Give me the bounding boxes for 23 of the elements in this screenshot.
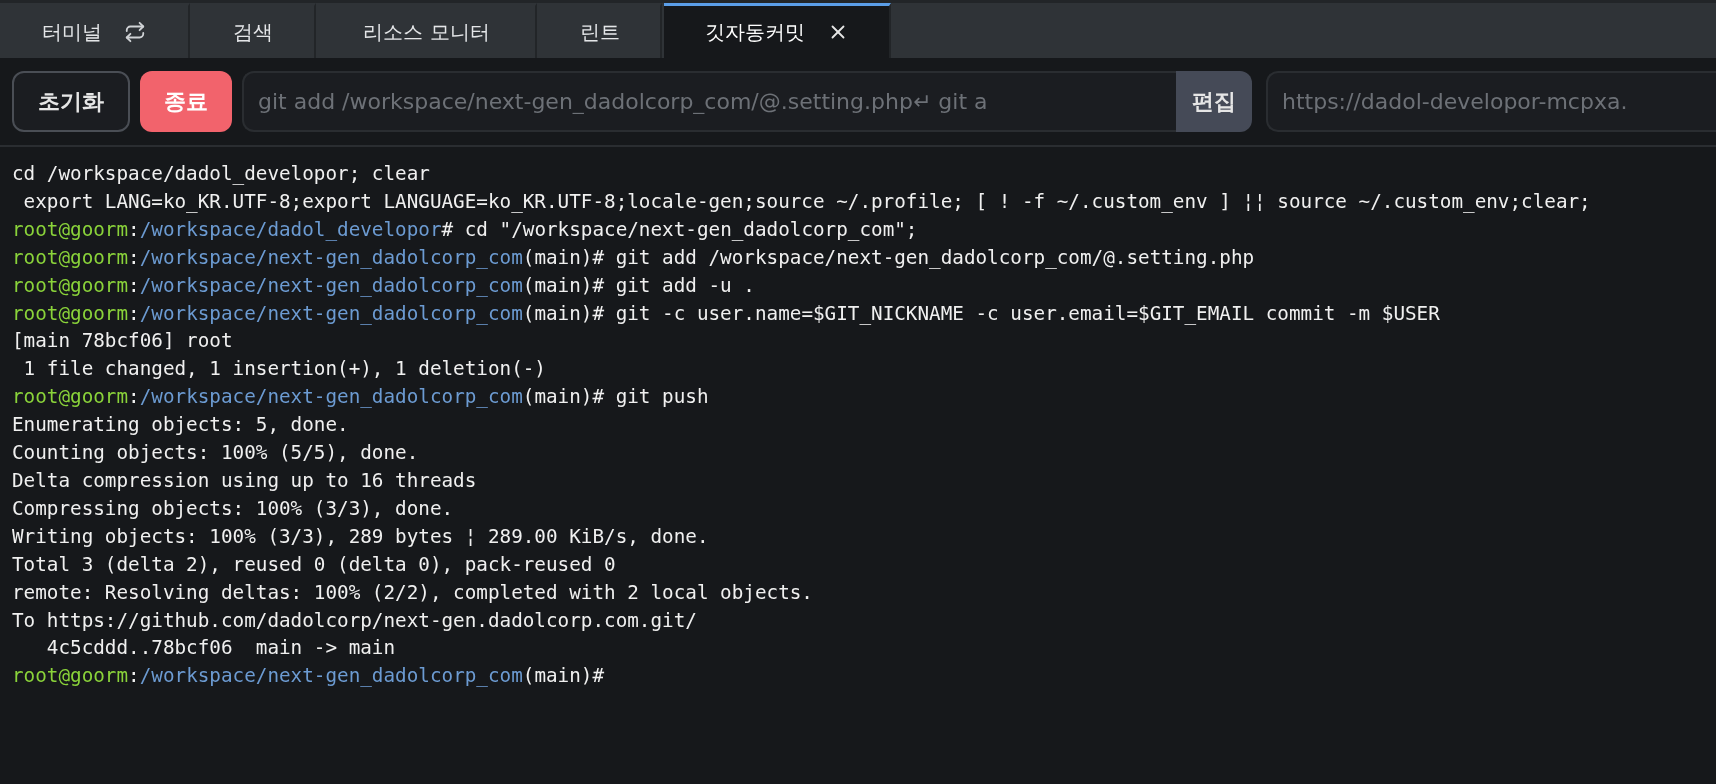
terminal-line: root@goorm:/workspace/next-gen_dadolcorp_com(main)# git -c user.name=$GIT_NICKNAME -c user.email=$GIT_EMAIL commit -m $USER: [12, 300, 1440, 327]
terminal-line: [main 78bcf06] root: [12, 328, 233, 355]
terminal-line: remote: Resolving deltas: 100% (2/2), completed with 2 local objects.: [12, 579, 813, 606]
terminal-line: Total 3 (delta 2), reused 0 (delta 0), pack-reused 0: [12, 551, 616, 578]
edit-button[interactable]: 편집: [1176, 71, 1252, 132]
terminal-line: root@goorm:/workspace/dadol_developor# cd "/workspace/next-gen_dadolcorp_com";: [12, 216, 918, 243]
terminal-line: root@goorm:/workspace/next-gen_dadolcorp_com(main)# git add -u .: [12, 272, 755, 299]
terminal-line: cd /workspace/dadol_developor; clear: [12, 161, 430, 187]
terminal-line: root@goorm:/workspace/next-gen_dadolcorp_com(main)# git push: [12, 384, 709, 411]
terminal-line: Enumerating objects: 5, done.: [12, 412, 349, 439]
terminal-line: Counting objects: 100% (5/5), done.: [12, 440, 419, 467]
tab[interactable]: 깃자동커밋: [664, 3, 891, 58]
terminal-line: Delta compression using up to 16 threads: [12, 467, 477, 494]
terminal-line: Compressing objects: 100% (3/3), done.: [12, 495, 454, 522]
terminal-line: 4c5cddd..78bcf06 main -> main: [45, 635, 396, 662]
terminal-line: root@goorm:/workspace/next-gen_dadolcorp_com(main)#: [12, 663, 605, 690]
refresh-icon[interactable]: [124, 21, 146, 43]
terminal-line: root@goorm:/workspace/next-gen_dadolcorp_com(main)# git add /workspace/next-gen_dadolcorp_com/@.setting.php: [12, 244, 1255, 271]
reset-button[interactable]: 초기화: [12, 71, 130, 132]
terminal-line: 1 file changed, 1 insertion(+), 1 deletion(-): [22, 356, 546, 383]
terminal-line: To https://github.com/dadolcorp/next-gen.dadolcorp.com.git/: [12, 607, 697, 634]
terminal-line: export LANG=ko_KR.UTF-8;export LANGUAGE=ko_KR.UTF-8;locale-gen;source ~/.profile; [ ! -f ~/.custom_env ] ¦¦ source ~/.custom_env;clear;: [22, 188, 1591, 215]
terminal-line: Writing objects: 100% (3/3), 289 bytes ¦ 289.00 KiB/s, done.: [12, 523, 709, 550]
